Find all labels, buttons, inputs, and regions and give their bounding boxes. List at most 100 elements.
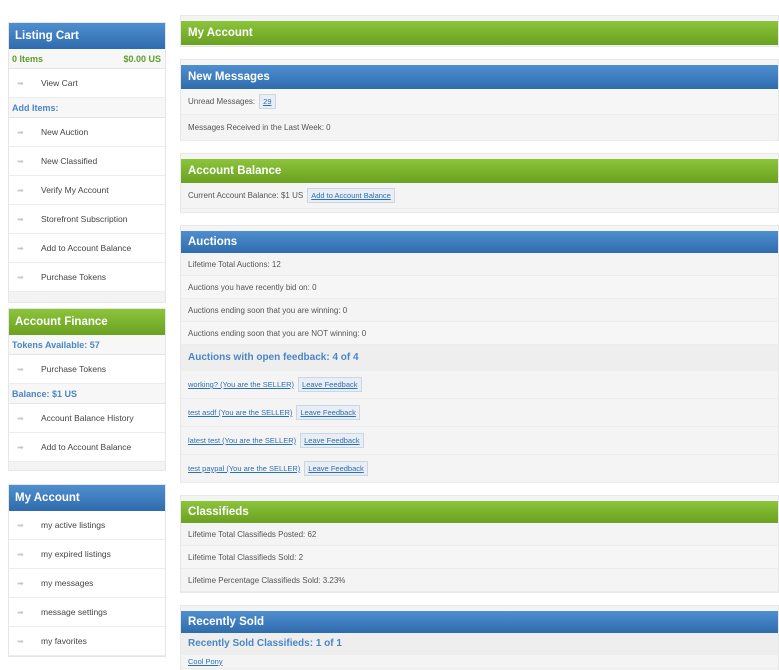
sidebar-item-label: Storefront Subscription [41,213,128,224]
arrow-icon: ➡ [17,442,24,452]
current-balance-text: Current Account Balance: $1 US [188,191,304,200]
classifieds-panel: Classifieds Lifetime Total Classifieds P… [180,495,779,593]
add-items-label: Add Items: [9,98,165,118]
arrow-icon: ➡ [17,272,24,282]
feedback-item-link[interactable]: test asdf (You are the SELLER) [188,401,292,424]
auctions-row-text: Auctions ending soon that you are NOT wi… [188,328,367,338]
sidebar-item-label: Verify My Account [41,184,109,195]
leave-feedback-button[interactable]: Leave Feedback [304,461,368,476]
auctions-row: Auctions ending soon that you are winnin… [181,299,778,322]
sidebar-item-verify-account[interactable]: ➡ Verify My Account [9,176,165,205]
sidebar-item-active-listings[interactable]: ➡ my active listings [9,511,165,540]
my-account-title: My Account [9,485,165,511]
sidebar-item-storefront[interactable]: ➡ Storefront Subscription [9,205,165,234]
leave-feedback-button[interactable]: Leave Feedback [298,377,362,392]
add-balance-button[interactable]: Add to Account Balance [307,188,395,203]
current-balance-row: Current Account Balance: $1 US Add to Ac… [181,183,778,209]
sidebar-item-messages[interactable]: ➡ my messages [9,569,165,598]
account-balance-title: Account Balance [181,159,778,183]
balance-label: Balance: $1 US [9,384,165,404]
classifieds-row: Lifetime Total Classifieds Sold: 2 [181,546,778,569]
sidebar-item-new-auction[interactable]: ➡ New Auction [9,118,165,147]
account-finance-panel: Account Finance Tokens Available: 57 ➡ Pu… [8,308,166,471]
feedback-item: latest test (You are the SELLER) Leave F… [181,427,778,455]
cart-items-count: 0 Items [12,54,44,64]
new-messages-title: New Messages [181,65,778,89]
arrow-icon: ➡ [17,364,24,374]
sidebar-item-new-classified[interactable]: ➡ New Classified [9,147,165,176]
my-account-header-box: My Account [180,15,779,47]
arrow-icon: ➡ [17,636,24,646]
recently-sold-panel: Recently Sold Recently Sold Classifieds:… [180,605,779,670]
classifieds-row-text: Lifetime Percentage Classifieds Sold: 3.… [188,575,346,585]
feedback-item: test paypal (You are the SELLER) Leave F… [181,455,778,483]
view-cart-link[interactable]: ➡ View Cart [9,69,165,98]
sidebar-item-add-balance[interactable]: ➡ Add to Account Balance [9,234,165,263]
recently-sold-title: Recently Sold [181,611,778,633]
arrow-icon: ➡ [17,214,24,224]
open-feedback-heading: Auctions with open feedback: 4 of 4 [181,345,778,371]
unread-count-link[interactable]: 29 [259,94,276,109]
classifieds-row-text: Lifetime Total Classifieds Sold: 2 [188,552,304,562]
account-balance-panel: Account Balance Current Account Balance:… [180,153,779,213]
balance-text: Balance: $1 US [12,389,78,399]
sidebar-item-label: my expired listings [41,548,111,559]
leave-feedback-button[interactable]: Leave Feedback [300,433,364,448]
sidebar-item-label: my favorites [41,635,87,646]
recently-sold-link[interactable]: Cool Pony [188,655,223,669]
tokens-label: Tokens Available: 57 [12,340,100,350]
leave-feedback-button[interactable]: Leave Feedback [296,405,360,420]
cart-summary: 0 Items $0.00 US [9,49,165,69]
classifieds-row: Lifetime Total Classifieds Posted: 62 [181,523,778,546]
auctions-title: Auctions [181,231,778,253]
my-account-panel: My Account ➡ my active listings ➡ my expir… [8,484,166,657]
sidebar-item-label: my messages [41,577,94,588]
sidebar-item-message-settings[interactable]: ➡ message settings [9,598,165,627]
sidebar-item-favorites[interactable]: ➡ my favorites [9,627,165,656]
new-messages-panel: New Messages Unread Messages: 29 Message… [180,59,779,141]
balance-history-link[interactable]: ➡ Account Balance History [9,404,165,433]
arrow-icon: ➡ [17,607,24,617]
view-cart-label: View Cart [41,77,78,88]
listing-cart-panel: Listing Cart 0 Items $0.00 US ➡ View Cart… [8,22,166,303]
feedback-item: test asdf (You are the SELLER) Leave Fee… [181,399,778,427]
classifieds-title: Classifieds [181,501,778,523]
auctions-row-text: Auctions ending soon that you are winnin… [188,305,348,315]
arrow-icon: ➡ [17,549,24,559]
finance-add-balance[interactable]: ➡ Add to Account Balance [9,433,165,462]
unread-messages-label: Unread Messages: [188,97,256,106]
arrow-icon: ➡ [17,185,24,195]
sidebar-item-label: message settings [41,606,108,617]
auctions-row: Auctions you have recently bid on: 0 [181,276,778,299]
sidebar-item-label: New Classified [41,155,98,166]
auctions-row-text: Auctions you have recently bid on: 0 [188,282,317,292]
feedback-item-link[interactable]: latest test (You are the SELLER) [188,429,296,452]
auctions-row-text: Lifetime Total Auctions: 12 [188,259,281,269]
feedback-item-link[interactable]: working? (You are the SELLER) [188,373,294,396]
finance-purchase-tokens[interactable]: ➡ Purchase Tokens [9,355,165,384]
unread-messages-row: Unread Messages: 29 [181,89,778,115]
arrow-icon: ➡ [17,127,24,137]
auctions-panel: Auctions Lifetime Total Auctions: 12 Auc… [180,225,779,483]
classifieds-row: Lifetime Percentage Classifieds Sold: 3.… [181,569,778,592]
recently-sold-item: Cool Pony [181,655,778,669]
sidebar-item-label: New Auction [41,126,89,137]
classifieds-row-text: Lifetime Total Classifieds Posted: 62 [188,529,317,539]
arrow-icon: ➡ [17,520,24,530]
auctions-row: Lifetime Total Auctions: 12 [181,253,778,276]
sidebar-item-expired-listings[interactable]: ➡ my expired listings [9,540,165,569]
sidebar-item-label: Purchase Tokens [41,363,107,374]
page-title: My Account [181,21,778,45]
tokens-available: Tokens Available: 57 [9,335,165,355]
messages-week-text: Messages Received in the Last Week: 0 [188,123,331,132]
sidebar-item-label: Account Balance History [41,412,134,423]
arrow-icon: ➡ [17,243,24,253]
arrow-icon: ➡ [17,578,24,588]
auctions-row: Auctions ending soon that you are NOT wi… [181,322,778,345]
add-items-text: Add Items: [12,103,59,113]
sidebar-item-label: Add to Account Balance [41,441,132,452]
arrow-icon: ➡ [17,156,24,166]
feedback-item: working? (You are the SELLER) Leave Feed… [181,371,778,399]
sidebar-item-purchase-tokens[interactable]: ➡ Purchase Tokens [9,263,165,292]
feedback-item-link[interactable]: test paypal (You are the SELLER) [188,457,300,480]
